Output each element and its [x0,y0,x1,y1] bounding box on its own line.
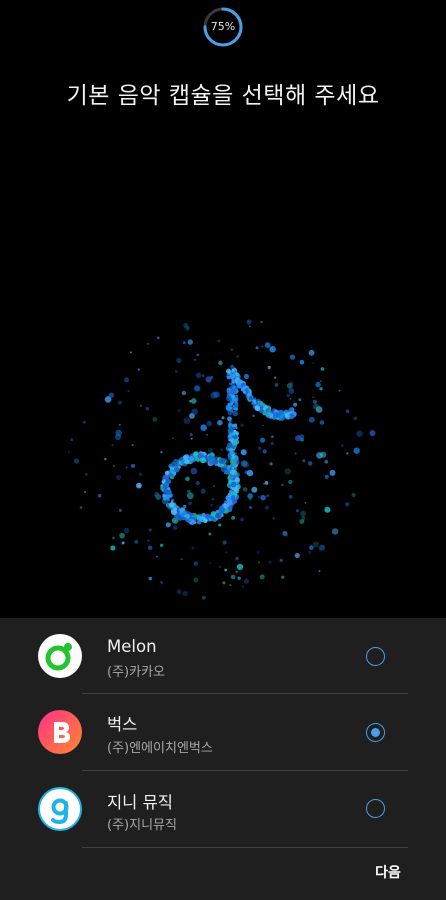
app-name: 지니 뮤직 [107,793,173,812]
progress-label: 75% [210,20,236,33]
app-option-bugs[interactable]: 벅스 (주)엔에이치엔벅스 [0,694,446,771]
progress-indicator: 75% [202,6,244,48]
app-name: 벅스 [107,715,138,734]
radio-genie[interactable] [366,799,385,818]
radio-melon[interactable] [366,647,385,666]
genie-logo-icon [38,787,82,831]
music-note-particle-illustration [68,319,376,600]
melon-logo-icon [38,634,82,678]
app-company: (주)엔에이치엔벅스 [107,741,213,756]
app-name: Melon [107,637,157,656]
page-title: 기본 음악 캡슐을 선택해 주세요 [66,83,380,109]
radio-bugs[interactable] [366,723,385,742]
bugs-logo-icon [38,710,82,754]
app-company: (주)지니뮤직 [107,818,177,833]
app-company: (주)카카오 [107,665,165,680]
next-button[interactable]: 다음 [362,855,414,891]
divider [82,847,408,848]
app-option-genie[interactable]: 지니 뮤직 (주)지니뮤직 [0,771,446,848]
app-option-melon[interactable]: Melon (주)카카오 [0,618,446,695]
